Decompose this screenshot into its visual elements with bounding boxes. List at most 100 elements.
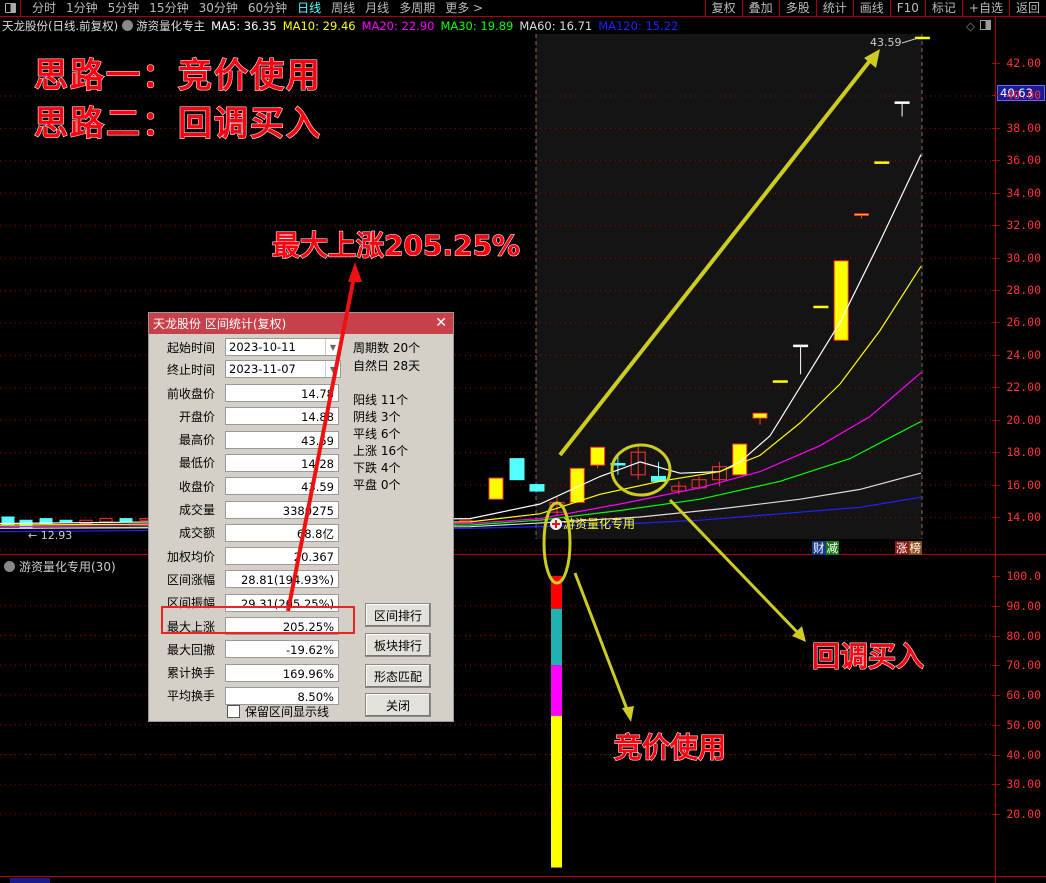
- stat-value: -19.62%: [225, 640, 339, 659]
- price-tick-label: 40.00: [1006, 88, 1041, 103]
- period-tab-6[interactable]: 日线: [292, 0, 326, 16]
- price-tick: [992, 257, 1000, 259]
- end-time-label: 终止时间: [166, 362, 215, 377]
- sub-tick-label: 40.00: [1006, 747, 1041, 762]
- start-time-label: 起始时间: [166, 340, 215, 355]
- candle-body: [854, 213, 869, 216]
- candle-body: [813, 305, 829, 309]
- period-tab-10[interactable]: 更多 >: [440, 0, 488, 16]
- tool-button-6[interactable]: 标记: [924, 0, 962, 16]
- price-tick-label: 34.00: [1006, 185, 1041, 200]
- stat-row: 最高价 43.59: [149, 430, 339, 450]
- stat-value: 169.96%: [225, 663, 339, 682]
- indicator-dropdown-icon[interactable]: [122, 20, 134, 31]
- high-price-label: 43.59: [870, 36, 902, 49]
- summary-stat: 上涨 16个: [353, 444, 409, 458]
- tool-button-0[interactable]: 复权: [704, 0, 742, 16]
- period-tab-3[interactable]: 15分钟: [144, 0, 193, 16]
- start-time-select[interactable]: 2023-10-11 ▼: [225, 338, 341, 356]
- dialog-title: 天龙股份 区间统计(复权): [153, 317, 287, 331]
- close-button[interactable]: 关闭: [365, 693, 431, 717]
- price-tick: [992, 322, 1000, 324]
- period-tab-4[interactable]: 30分钟: [194, 0, 243, 16]
- sub-tick-label: 30.00: [1006, 777, 1041, 792]
- stat-row: 前收盘价 14.78: [149, 383, 339, 403]
- candle-body: [772, 380, 788, 383]
- stat-row: 成交量 3380275: [149, 500, 339, 520]
- tool-button-2[interactable]: 多股: [778, 0, 816, 16]
- indicator-tag: 游资量化专用: [563, 516, 635, 531]
- stat-row: 最大回撤 -19.62%: [149, 639, 339, 659]
- period-tab-9[interactable]: 多周期: [394, 0, 440, 16]
- price-tick: [992, 419, 1000, 421]
- price-tick: [992, 192, 1000, 194]
- bottom-divider: [0, 876, 1046, 877]
- tool-button-8[interactable]: 返回: [1008, 0, 1046, 16]
- summary-stat: 阴线 3个: [353, 410, 401, 424]
- indicator-bar-segment-2: [551, 665, 562, 716]
- stat-label: 最高价: [178, 433, 215, 448]
- ma-value-ma30: MA30: 19.89: [440, 18, 514, 33]
- price-tick-label: 42.00: [1006, 56, 1041, 70]
- candle-body: [874, 161, 890, 164]
- ma-value-ma20: MA20: 22.90: [361, 18, 435, 33]
- interval-rank-button[interactable]: 区间排行: [365, 603, 431, 627]
- period-tab-7[interactable]: 周线: [326, 0, 360, 16]
- period-tab-5[interactable]: 60分钟: [243, 0, 292, 16]
- checkbox-label: 保留区间显示线: [245, 705, 330, 719]
- period-tab-1[interactable]: 1分钟: [61, 0, 103, 16]
- stat-row: 累计换手 169.96%: [149, 663, 339, 683]
- stat-label: 前收盘价: [166, 386, 215, 401]
- sub-tick: [992, 724, 1000, 726]
- stat-row: 最低价 14.28: [149, 453, 339, 473]
- ma-value-ma120: MA120: 15.22: [598, 18, 679, 33]
- price-tick-label: 16.00: [1006, 477, 1041, 492]
- sector-rank-button[interactable]: 板块排行: [365, 633, 431, 657]
- tool-button-4[interactable]: 画线: [852, 0, 890, 16]
- tool-button-5[interactable]: F10: [889, 0, 925, 16]
- sub-tick: [992, 665, 1000, 667]
- price-tick: [992, 63, 1000, 64]
- flag-finance-reduce[interactable]: 财减: [812, 541, 839, 555]
- period-tab-8[interactable]: 月线: [360, 0, 394, 16]
- stat-label: 开盘价: [178, 409, 215, 424]
- stat-row: 加权均价 20.367: [149, 546, 339, 566]
- period-tab-0[interactable]: 分时: [27, 0, 61, 16]
- time-axis-marker: [10, 878, 50, 883]
- indicator-name[interactable]: 游资量化专主: [136, 18, 205, 34]
- sub-tick: [992, 695, 1000, 696]
- low-price-label: ← 12.93: [28, 529, 72, 542]
- panel-toggle-button[interactable]: [0, 0, 21, 16]
- price-tick-label: 20.00: [1006, 412, 1041, 427]
- tool-button-3[interactable]: 统计: [815, 0, 853, 16]
- ma-value-ma5: MA5: 36.35: [211, 18, 277, 33]
- summary-stat: 平盘 0个: [353, 478, 401, 492]
- period-tab-2[interactable]: 5分钟: [103, 0, 145, 16]
- sub-tick: [992, 754, 1000, 756]
- checkbox-box[interactable]: [227, 705, 240, 718]
- stat-value: 43.59: [225, 430, 339, 449]
- layout-icon[interactable]: [980, 20, 991, 30]
- interval-stats-dialog: 天龙股份 区间统计(复权) ✕ 起始时间 2023-10-11 ▼ 终止时间 20…: [148, 312, 454, 722]
- price-tick: [992, 354, 1000, 356]
- tool-button-1[interactable]: 叠加: [741, 0, 779, 16]
- diamond-icon[interactable]: ◇: [966, 19, 975, 33]
- annotation-auction: 竞价使用: [613, 731, 727, 765]
- stat-value: 20.367: [225, 547, 339, 566]
- keep-interval-line-checkbox[interactable]: 保留区间显示线: [227, 703, 329, 720]
- sub-tick-label: 50.00: [1006, 717, 1041, 732]
- end-time-select[interactable]: 2023-11-07 ▼: [225, 360, 341, 378]
- price-tick-label: 26.00: [1006, 315, 1041, 330]
- pre-interval-candle: [529, 484, 545, 492]
- dialog-title-bar[interactable]: 天龙股份 区间统计(复权) ✕: [149, 313, 453, 334]
- flag-limit-up-list[interactable]: 涨榜: [895, 541, 922, 555]
- pattern-match-button[interactable]: 形态匹配: [365, 664, 431, 688]
- tool-button-7[interactable]: +自选: [961, 0, 1009, 16]
- candle-body: [793, 344, 809, 348]
- indicator-bar-segment-0: [551, 576, 562, 609]
- price-tick: [992, 160, 1000, 162]
- pre-interval-candle: [509, 458, 525, 481]
- sub-tick-label: 80.00: [1006, 628, 1041, 643]
- summary-stat: 自然日 28天: [353, 359, 421, 373]
- close-icon[interactable]: ✕: [435, 315, 447, 331]
